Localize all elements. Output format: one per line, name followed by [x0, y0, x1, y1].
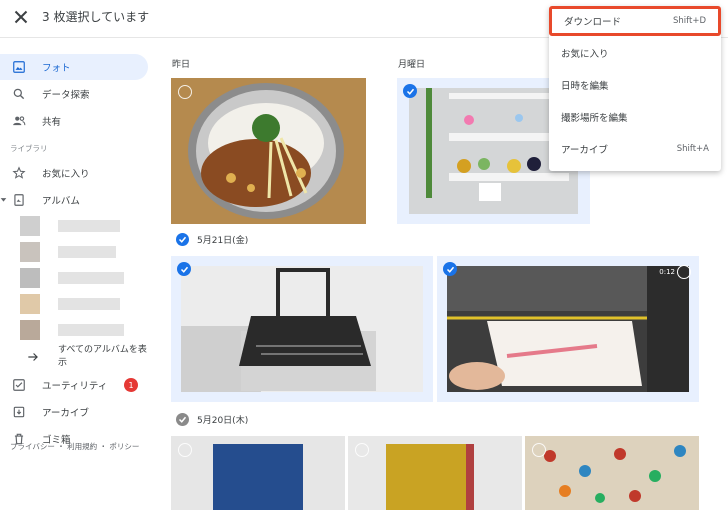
album-thumbnail[interactable]	[20, 320, 40, 340]
select-checkbox[interactable]	[355, 443, 369, 457]
people-icon	[12, 114, 26, 128]
close-icon	[14, 10, 28, 24]
nav-item-label: アーカイブ	[42, 408, 89, 419]
utilities-badge: 1	[124, 378, 138, 392]
menu-item-archive[interactable]: アーカイブ Shift+A	[549, 134, 721, 164]
album-name-blurred[interactable]	[58, 272, 124, 284]
section-select-checkbox[interactable]	[176, 413, 189, 426]
select-checkbox-checked[interactable]	[443, 262, 457, 276]
archive-icon	[12, 405, 26, 419]
album-thumbnail[interactable]	[20, 294, 40, 314]
nav-item-label: 共有	[42, 117, 62, 128]
video-image	[447, 266, 689, 392]
menu-item-favorite[interactable]: お気に入り	[549, 38, 721, 68]
album-name-blurred[interactable]	[58, 220, 120, 232]
photo-blue-book[interactable]	[171, 436, 345, 510]
album-name-blurred[interactable]	[58, 324, 124, 336]
nav-item-archive[interactable]: アーカイブ	[0, 399, 148, 425]
menu-item-label: アーカイブ	[561, 145, 608, 156]
photo-pattern-fabric[interactable]	[525, 436, 699, 510]
nav-item-favorites[interactable]: お気に入り	[0, 160, 148, 186]
menu-item-edit-datetime[interactable]: 日時を編集	[549, 70, 721, 100]
search-icon	[12, 87, 26, 101]
section-date-label: 5月21日(金)	[197, 236, 249, 246]
nav-item-photos[interactable]: フォト	[0, 54, 148, 80]
selection-count-title: 3 枚選択しています	[42, 10, 150, 24]
checkmark-icon	[180, 266, 188, 273]
section-date-monday: 月曜日	[398, 57, 425, 70]
play-icon	[677, 265, 691, 279]
nav-item-label: データ探索	[42, 90, 90, 101]
arrow-right-icon	[28, 353, 38, 361]
checkmark-icon	[406, 88, 414, 95]
checkmark-icon	[178, 416, 187, 423]
menu-item-label: お気に入り	[561, 49, 609, 60]
photo-image	[525, 436, 699, 510]
video-cutting[interactable]: 0:12	[437, 256, 699, 402]
expand-caret-icon[interactable]	[0, 196, 7, 203]
photo-icon	[12, 60, 26, 74]
section-date-may21: 5月21日(金)	[176, 233, 248, 246]
menu-item-shortcut: Shift+D	[673, 16, 706, 26]
menu-item-download[interactable]: ダウンロード Shift+D	[549, 6, 721, 36]
menu-item-label: 日時を編集	[561, 81, 609, 92]
album-thumbnail[interactable]	[20, 216, 40, 236]
select-checkbox[interactable]	[178, 85, 192, 99]
checkmark-icon	[178, 236, 187, 243]
star-icon	[12, 166, 26, 180]
menu-item-label: 撮影場所を編集	[561, 113, 628, 124]
album-name-blurred[interactable]	[58, 246, 116, 258]
section-date-yesterday: 昨日	[172, 57, 190, 70]
album-thumbnail[interactable]	[20, 242, 40, 262]
select-checkbox-checked[interactable]	[403, 84, 417, 98]
nav-item-label: お気に入り	[42, 169, 90, 180]
select-checkbox[interactable]	[532, 443, 546, 457]
album-icon	[12, 193, 26, 207]
nav-item-explore[interactable]: データ探索	[0, 81, 148, 107]
section-date-label: 5月20日(木)	[197, 416, 249, 426]
nav-item-label: アルバム	[42, 196, 80, 207]
photo-yellow-book[interactable]	[348, 436, 522, 510]
menu-item-shortcut: Shift+A	[676, 144, 709, 154]
all-albums-label: すべてのアルバムを表示	[58, 345, 147, 368]
library-section-label: ライブラリ	[10, 144, 48, 153]
photo-image	[171, 78, 366, 224]
nav-item-label: ユーティリティ	[42, 381, 108, 392]
section-select-checkbox[interactable]	[176, 233, 189, 246]
all-albums-link[interactable]: すべてのアルバムを表示	[26, 344, 148, 370]
checklist-icon	[12, 378, 26, 392]
photo-image	[348, 436, 522, 510]
photo-paper-cutter[interactable]	[171, 256, 433, 402]
album-name-blurred[interactable]	[58, 298, 120, 310]
select-checkbox-checked[interactable]	[177, 262, 191, 276]
section-date-label: 月曜日	[398, 60, 426, 70]
video-duration: 0:12	[659, 268, 675, 276]
select-checkbox[interactable]	[178, 443, 192, 457]
menu-item-edit-location[interactable]: 撮影場所を編集	[549, 102, 721, 132]
checkmark-icon	[446, 266, 454, 273]
photo-image	[181, 266, 423, 392]
footer-links[interactable]: プライバシー ・ 利用規約 ・ ポリシー	[10, 441, 139, 452]
section-date-may20: 5月20日(木)	[176, 413, 248, 426]
menu-item-label: ダウンロード	[564, 17, 622, 28]
nav-item-albums[interactable]: アルバム	[0, 187, 148, 213]
section-date-label: 昨日	[172, 60, 191, 70]
close-selection-button[interactable]	[10, 6, 32, 28]
more-options-menu: ダウンロード Shift+D お気に入り 日時を編集 撮影場所を編集 アーカイブ…	[549, 6, 721, 171]
album-thumbnail[interactable]	[20, 268, 40, 288]
photo-image	[171, 436, 345, 510]
nav-item-label: フォト	[42, 63, 71, 74]
photo-curry[interactable]	[171, 78, 366, 224]
nav-item-sharing[interactable]: 共有	[0, 108, 148, 134]
